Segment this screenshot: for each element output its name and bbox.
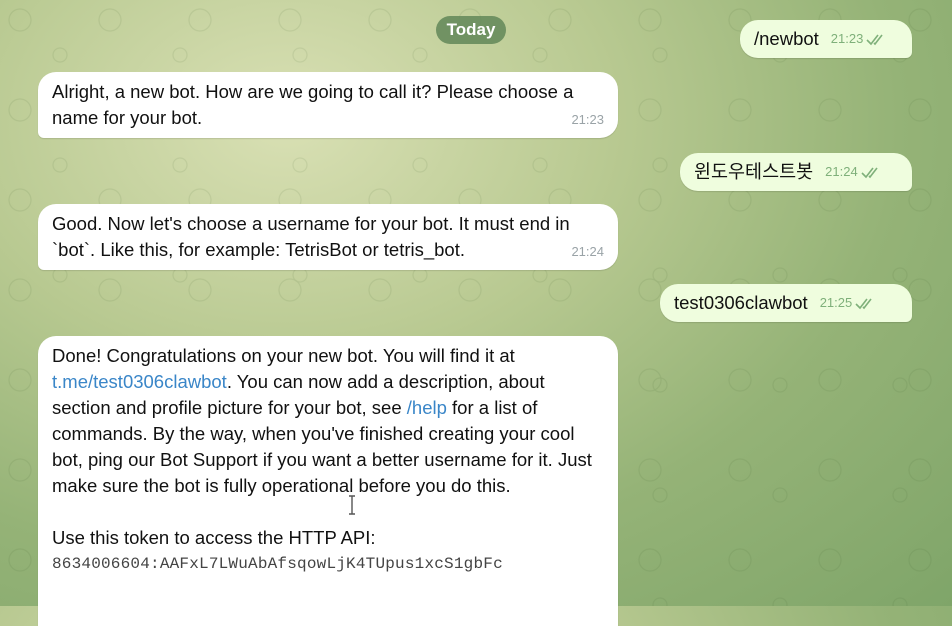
message-incoming[interactable]: Alright, a new bot. How are we going to … (38, 72, 618, 138)
message-outgoing[interactable]: 윈도우테스트봇 21:24 (680, 153, 912, 191)
i-beam-cursor-icon (347, 494, 357, 516)
message-text: Done! Congratulations on your new bot. Y… (52, 343, 604, 499)
message-incoming[interactable]: Good. Now let's choose a username for yo… (38, 204, 618, 270)
date-label: Today (446, 20, 496, 39)
message-time: 21:23 (830, 31, 864, 46)
token-intro: Use this token to access the HTTP API: (52, 527, 376, 548)
message-text[interactable]: /newbot (754, 26, 819, 52)
message-outgoing[interactable]: test0306clawbot 21:25 (660, 284, 912, 322)
date-separator: Today (436, 16, 506, 44)
message-text: Good. Now let's choose a username for yo… (52, 213, 575, 260)
message-incoming[interactable]: Done! Congratulations on your new bot. Y… (38, 336, 618, 626)
double-check-icon (855, 298, 872, 310)
message-meta: 21:25 (820, 290, 877, 316)
message-text: Alright, a new bot. How are we going to … (52, 81, 579, 128)
message-text-part: Done! Congratulations on your new bot. Y… (52, 345, 520, 366)
bot-link[interactable]: t.me/test0306clawbot (52, 371, 227, 392)
message-meta: 21:24 (825, 159, 882, 185)
message-time: 21:24 (571, 244, 604, 259)
double-check-icon (866, 34, 883, 46)
message-outgoing[interactable]: /newbot 21:23 (740, 20, 912, 58)
message-meta: 21:23 (831, 26, 888, 52)
help-command-link[interactable]: /help (407, 397, 447, 418)
message-time: 21:24 (825, 164, 858, 179)
message-time: 21:23 (571, 112, 604, 127)
message-time: 21:25 (819, 295, 853, 310)
message-text: test0306clawbot (674, 292, 808, 313)
double-check-icon (861, 167, 878, 179)
message-text: 윈도우테스트봇 (694, 161, 814, 182)
api-token[interactable]: 8634006604:AAFxL7LWuAbAfsqowLjK4TUpus1xc… (52, 551, 604, 577)
